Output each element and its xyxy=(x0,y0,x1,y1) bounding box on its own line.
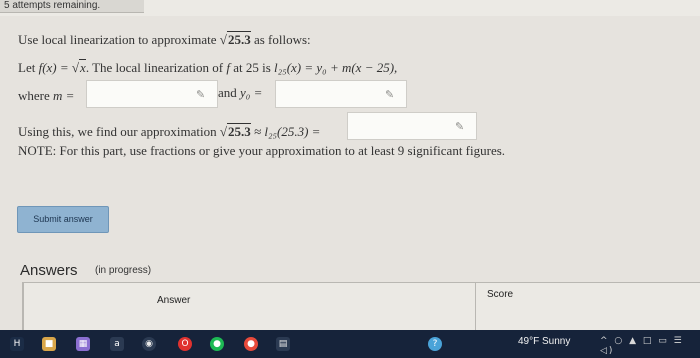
linearization-formula: l₂₅(x) = y₀ + m(x − 25), xyxy=(274,60,398,75)
let-text: Let xyxy=(18,60,36,75)
approximation-input[interactable]: ✎ xyxy=(347,112,477,140)
answers-status: (in progress) xyxy=(95,265,152,276)
question-icon[interactable]: ? xyxy=(428,337,442,351)
and-y0-line: and y₀ = xyxy=(218,85,262,100)
y0-label: y₀ = xyxy=(240,85,263,100)
submit-answer-button[interactable]: Submit answer xyxy=(17,206,109,233)
approx-sqrt-value: 25.3 xyxy=(226,123,251,139)
amazon-icon[interactable]: a xyxy=(110,337,124,351)
m-label: m = xyxy=(53,88,75,103)
file-explorer-icon[interactable]: ■ xyxy=(42,337,56,351)
pencil-icon[interactable]: ✎ xyxy=(385,89,399,101)
calendar-icon[interactable]: ▦ xyxy=(76,337,90,351)
linearization-text: . The local linearization of xyxy=(85,60,224,75)
pencil-icon[interactable]: ✎ xyxy=(455,121,469,133)
chrome-icon[interactable]: ● xyxy=(244,337,258,351)
function-lhs: f(x) = xyxy=(38,60,69,75)
m-input[interactable]: ✎ xyxy=(86,80,218,108)
answers-table: Answer Score xyxy=(22,282,700,334)
instruction-suffix: as follows: xyxy=(253,32,311,47)
score-column-header: Score xyxy=(487,289,514,300)
and-text: and xyxy=(218,85,237,100)
approx-rhs: ≈ l₂₅(25.3) = xyxy=(253,124,321,139)
where-text: where xyxy=(18,88,50,103)
function-symbol: f xyxy=(226,60,230,75)
y0-input[interactable]: ✎ xyxy=(275,80,407,108)
pencil-icon[interactable]: ✎ xyxy=(196,89,210,101)
approximation-line: Using this, we find our approximation √2… xyxy=(18,123,321,139)
weather-label[interactable]: 49°F Sunny xyxy=(518,336,570,347)
instruction-line: Use local linearization to approximate √… xyxy=(18,31,311,47)
answers-title: Answers xyxy=(20,262,78,279)
app-icon[interactable]: H xyxy=(10,337,24,351)
system-tray[interactable]: ^ ○ ▲ □ ▭ ☰ ◁) xyxy=(600,336,700,356)
notes-icon[interactable]: ▤ xyxy=(276,337,290,351)
opera-icon[interactable]: O xyxy=(178,337,192,351)
taskbar: H ■ ▦ a ◉ O ● ● ▤? 49°F Sunny ^ ○ ▲ □ ▭ ☰ ◁) xyxy=(0,330,700,358)
definition-line: Let f(x) = √x. The local linearization o… xyxy=(18,59,398,75)
sqrt-value: 25.3 xyxy=(226,31,251,47)
instruction-text: Use local linearization to approximate xyxy=(18,32,217,47)
browser-icon[interactable]: ◉ xyxy=(142,337,156,351)
note-text: NOTE: For this part, use fractions or gi… xyxy=(18,143,506,158)
at-text: at 25 is xyxy=(233,60,271,75)
spotify-icon[interactable]: ● xyxy=(210,337,224,351)
where-line: where m = xyxy=(18,88,74,103)
answer-column-header: Answer xyxy=(157,295,191,306)
using-text: Using this, we find our approximation xyxy=(18,124,217,139)
attempts-remaining-label: 5 attempts remaining. xyxy=(0,0,144,13)
function-radicand: x xyxy=(79,59,86,75)
